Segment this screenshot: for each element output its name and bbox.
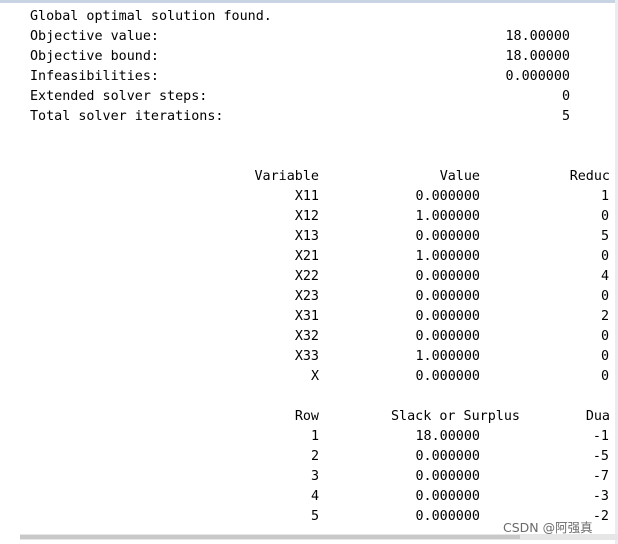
constraint-dual-price: -7 <box>592 469 609 484</box>
variable-value: 1.000000 <box>415 349 481 364</box>
horizontal-scrollbar-thumb[interactable] <box>20 535 520 539</box>
summary-label-objective-bound: Objective bound: <box>30 49 159 64</box>
variable-value: 1.000000 <box>415 249 481 264</box>
summary-label-objective-value: Objective value: <box>30 29 159 44</box>
row-column-header: Row <box>294 409 319 424</box>
variable-reduced-cost: 1 <box>600 189 609 204</box>
variable-value: 0.000000 <box>415 329 481 344</box>
variable-reduced-cost: 0 <box>600 209 609 224</box>
variable-name: X <box>310 369 319 384</box>
variable-name: X21 <box>294 249 319 264</box>
solution-status: Global optimal solution found. <box>30 9 272 24</box>
summary-value-objective-value: 18.00000 <box>505 29 571 44</box>
summary-label-infeasibilities: Infeasibilities: <box>30 69 159 84</box>
csdn-watermark: CSDN @阿强真 <box>503 520 593 535</box>
variable-reduced-cost: 0 <box>600 289 609 304</box>
summary-value-extended-solver-steps: 0 <box>561 89 570 104</box>
constraint-row-number: 5 <box>310 509 319 524</box>
constraint-row-number: 1 <box>310 429 319 444</box>
variable-value: 0.000000 <box>415 189 481 204</box>
variable-value: 0.000000 <box>415 269 481 284</box>
variable-name: X12 <box>294 209 319 224</box>
constraint-dual-price: -1 <box>592 429 609 444</box>
summary-value-infeasibilities: 0.000000 <box>505 69 571 84</box>
variable-reduced-cost: 0 <box>600 349 609 364</box>
solver-report-window: Global optimal solution found. Objective… <box>0 0 618 544</box>
variable-value: 0.000000 <box>415 229 481 244</box>
variable-name: X22 <box>294 269 319 284</box>
constraint-slack-surplus: 0.000000 <box>415 449 481 464</box>
value-column-header: Value <box>439 169 480 184</box>
summary-label-extended-solver-steps: Extended solver steps: <box>30 89 208 104</box>
reduced-cost-column-header: Reduc <box>569 169 610 184</box>
summary-value-objective-bound: 18.00000 <box>505 49 571 64</box>
constraint-dual-price: -3 <box>592 489 609 504</box>
constraint-slack-surplus: 0.000000 <box>415 489 481 504</box>
window-top-border <box>0 0 618 3</box>
slack-surplus-column-header: Slack or Surplus <box>391 409 520 424</box>
variable-name: X13 <box>294 229 319 244</box>
variable-reduced-cost: 5 <box>600 229 609 244</box>
dual-price-column-header: Dua <box>585 409 610 424</box>
variable-value: 0.000000 <box>415 289 481 304</box>
variable-name: X33 <box>294 349 319 364</box>
variable-reduced-cost: 0 <box>600 249 609 264</box>
variable-reduced-cost: 0 <box>600 369 609 384</box>
variable-value: 0.000000 <box>415 309 481 324</box>
constraint-dual-price: -5 <box>592 449 609 464</box>
variable-reduced-cost: 2 <box>600 309 609 324</box>
variable-name: X32 <box>294 329 319 344</box>
variable-name: X23 <box>294 289 319 304</box>
summary-value-total-solver-iterations: 5 <box>561 109 570 124</box>
constraint-row-number: 3 <box>310 469 319 484</box>
constraint-row-number: 2 <box>310 449 319 464</box>
constraint-row-number: 4 <box>310 489 319 504</box>
variable-name: X11 <box>294 189 319 204</box>
constraint-slack-surplus: 18.00000 <box>415 429 481 444</box>
variable-reduced-cost: 4 <box>600 269 609 284</box>
constraint-slack-surplus: 0.000000 <box>415 469 481 484</box>
variable-name: X31 <box>294 309 319 324</box>
variable-column-header: Variable <box>254 169 320 184</box>
constraint-slack-surplus: 0.000000 <box>415 509 481 524</box>
variable-value: 1.000000 <box>415 209 481 224</box>
variable-value: 0.000000 <box>415 369 481 384</box>
summary-label-total-solver-iterations: Total solver iterations: <box>30 109 224 124</box>
variable-reduced-cost: 0 <box>600 329 609 344</box>
